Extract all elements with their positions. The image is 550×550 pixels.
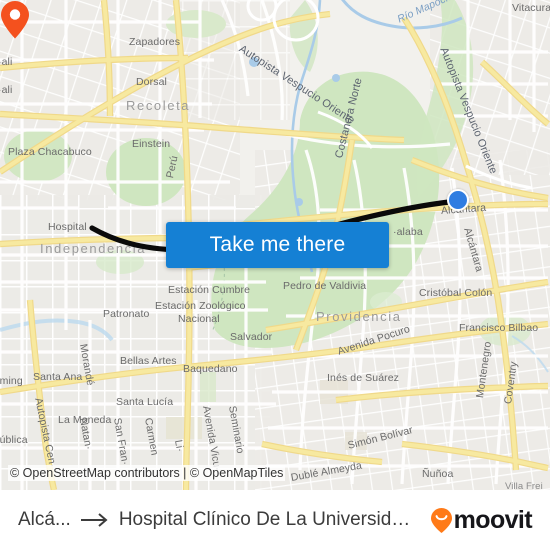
origin-location-dot-icon[interactable]	[447, 189, 469, 211]
moovit-pin-icon	[430, 507, 452, 533]
arrow-right-icon	[80, 513, 108, 527]
route-origin-label: Alcá...	[18, 509, 71, 530]
moovit-logo[interactable]: moovit	[430, 505, 533, 534]
route-summary-bar: Alcá... Hospital Clínico De La Universid…	[0, 490, 550, 550]
moovit-route-view: Zapadores Dorsal Recoleta Einstein Plaza Cha…	[0, 0, 550, 550]
map-canvas[interactable]: Zapadores Dorsal Recoleta Einstein Plaza Cha…	[0, 0, 550, 490]
map-attribution: © OpenStreetMap contributors | © OpenMap…	[8, 465, 286, 481]
moovit-wordmark: moovit	[453, 505, 533, 534]
take-me-there-button[interactable]: Take me there	[166, 222, 389, 268]
destination-map-pin-icon[interactable]	[0, 0, 30, 40]
route-destination-label: Hospital Clínico De La Universidad De Ch…	[118, 509, 421, 530]
